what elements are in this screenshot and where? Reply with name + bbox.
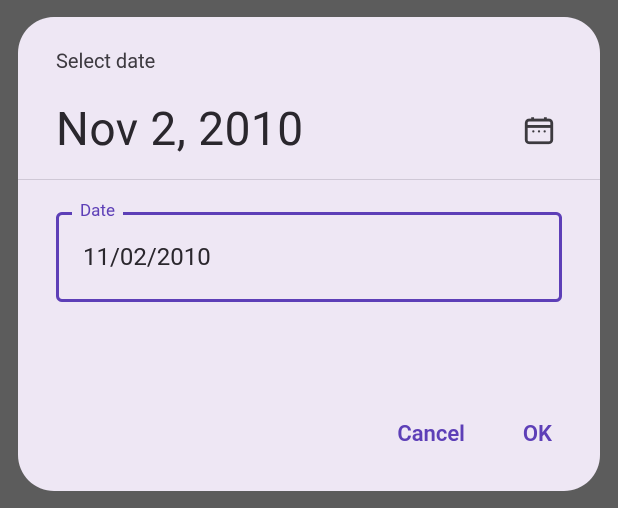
dialog-actions: Cancel OK: [18, 414, 600, 491]
dialog-body: Date: [18, 180, 600, 414]
dialog-header: Select date Nov 2, 2010: [18, 17, 600, 180]
cancel-button[interactable]: Cancel: [393, 414, 469, 455]
dialog-title: Select date: [56, 49, 562, 73]
selected-date-display: Nov 2, 2010: [56, 103, 304, 157]
date-display-row: Nov 2, 2010: [56, 103, 562, 157]
calendar-icon: [522, 113, 556, 147]
date-picker-dialog: Select date Nov 2, 2010 Date Cancel: [18, 17, 600, 491]
toggle-calendar-button[interactable]: [516, 107, 562, 153]
date-input[interactable]: [56, 212, 562, 302]
ok-button[interactable]: OK: [519, 414, 556, 455]
date-input-wrapper: Date: [56, 212, 562, 302]
date-input-label: Date: [72, 201, 123, 221]
